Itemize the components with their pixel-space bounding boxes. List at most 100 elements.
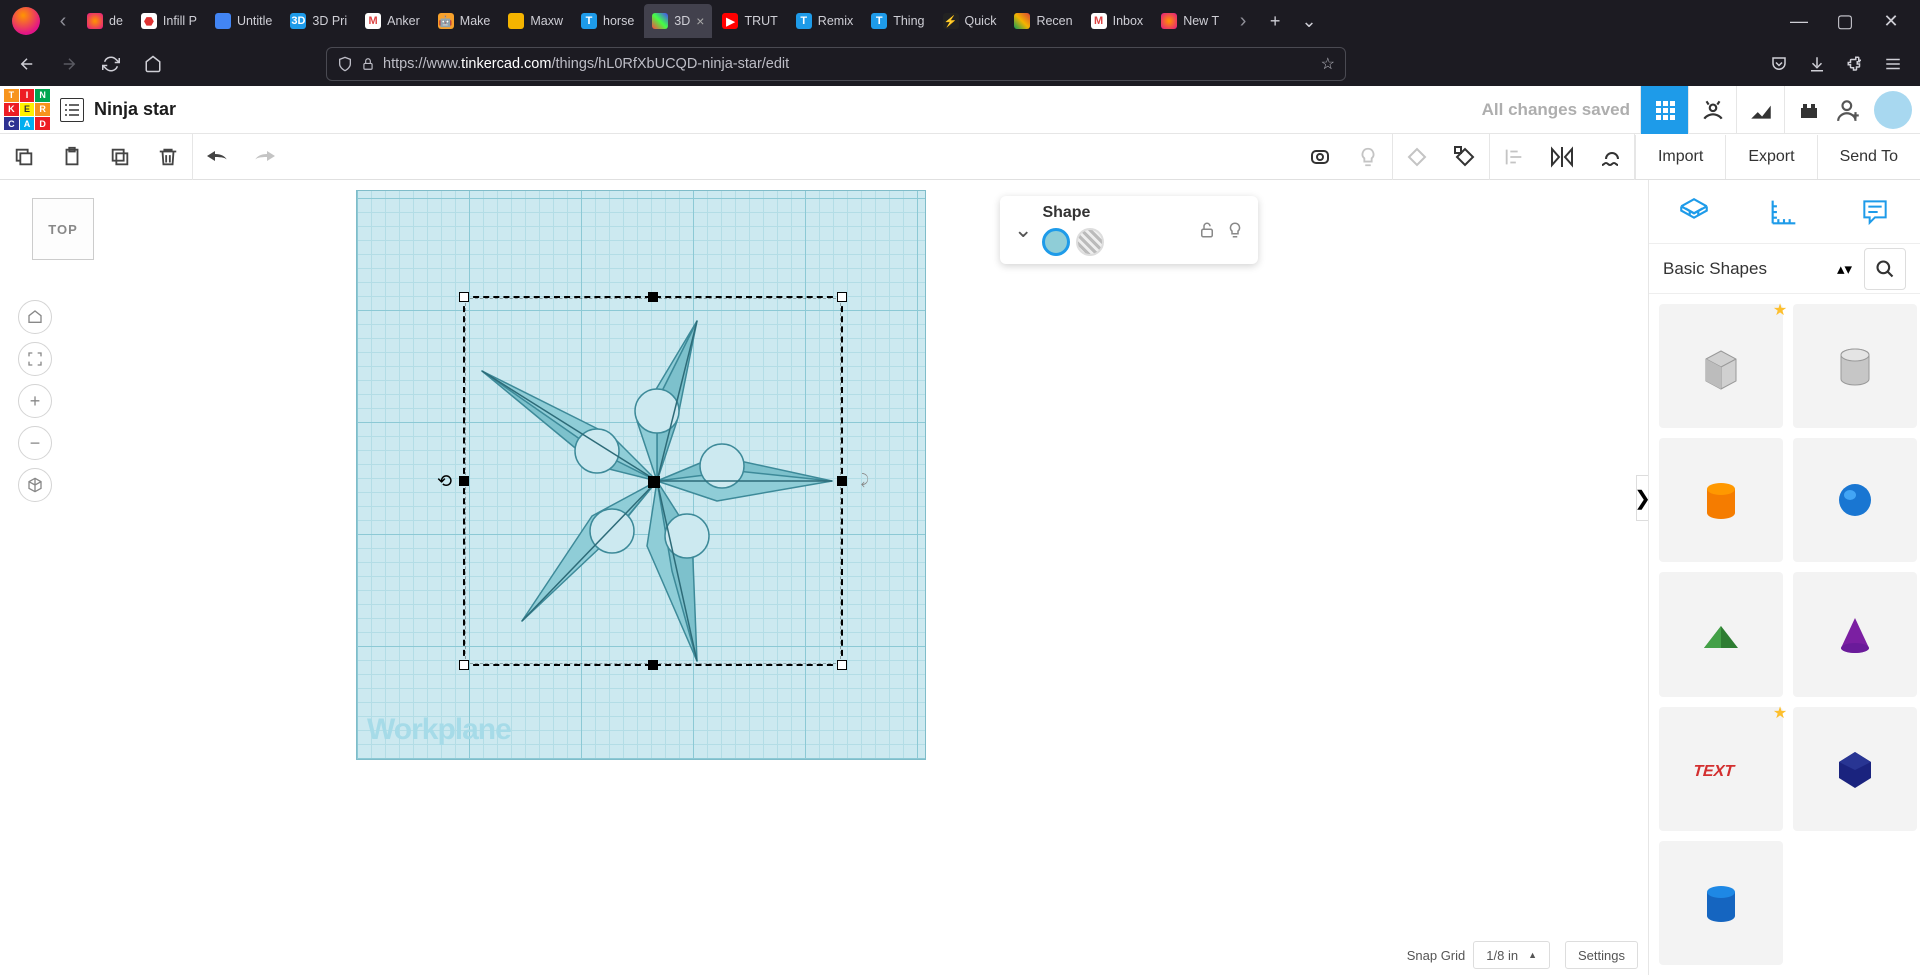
shape-search-button[interactable]: [1864, 248, 1906, 290]
invite-button[interactable]: [1832, 93, 1866, 127]
close-icon[interactable]: ×: [696, 13, 704, 29]
copy-button[interactable]: [0, 134, 48, 180]
tabs-dropdown[interactable]: ⌄: [1292, 4, 1326, 38]
tab-4[interactable]: MAnker: [357, 4, 428, 38]
export-button[interactable]: Export: [1725, 135, 1816, 179]
shape-cylinder-hole[interactable]: [1793, 304, 1917, 428]
resize-handle-bl[interactable]: [459, 660, 469, 670]
firefox-icon[interactable]: [12, 7, 40, 35]
home-view-button[interactable]: [18, 300, 52, 334]
hole-swatch[interactable]: [1076, 228, 1104, 256]
ortho-button[interactable]: [18, 468, 52, 502]
bricks-button[interactable]: [1784, 86, 1832, 134]
workplane-tab[interactable]: [1649, 180, 1739, 243]
back-button[interactable]: [10, 47, 44, 81]
notes-tab[interactable]: [1830, 180, 1920, 243]
simlab-button[interactable]: [1688, 86, 1736, 134]
tab-9[interactable]: ▶TRUT: [714, 4, 785, 38]
settings-button[interactable]: Settings: [1565, 941, 1638, 969]
blocks-button[interactable]: [1736, 86, 1784, 134]
rotate-handle-right[interactable]: ⤸: [861, 471, 869, 488]
window-minimize[interactable]: —: [1782, 4, 1816, 38]
import-button[interactable]: Import: [1635, 135, 1725, 179]
shape-cone[interactable]: [1793, 572, 1917, 696]
updown-icon[interactable]: ▴▾: [1837, 260, 1852, 278]
ruler-tab[interactable]: [1739, 180, 1829, 243]
align-button[interactable]: [1490, 134, 1538, 180]
tab-8[interactable]: 3D×: [644, 4, 712, 38]
tinkercad-logo[interactable]: TIN KER CAD: [4, 89, 50, 131]
tabs-scroll-left[interactable]: ‹: [48, 6, 78, 36]
shape-text[interactable]: ★TEXT: [1659, 707, 1783, 831]
tab-2[interactable]: Untitle: [207, 4, 280, 38]
window-close[interactable]: ✕: [1874, 4, 1908, 38]
resize-handle-tl[interactable]: [459, 292, 469, 302]
tab-7[interactable]: Thorse: [573, 4, 642, 38]
extensions-button[interactable]: [1838, 47, 1872, 81]
shape-cylinder[interactable]: [1659, 438, 1783, 562]
duplicate-button[interactable]: [96, 134, 144, 180]
resize-handle-bc[interactable]: [648, 660, 658, 670]
window-maximize[interactable]: ▢: [1828, 4, 1862, 38]
tab-5[interactable]: 🤖Make: [430, 4, 499, 38]
snap-grid-select[interactable]: 1/8 in▲: [1473, 941, 1550, 969]
ungroup-button[interactable]: [1441, 134, 1489, 180]
shape-sphere[interactable]: [1793, 438, 1917, 562]
tab-10[interactable]: TRemix: [788, 4, 861, 38]
menu-button[interactable]: [1876, 47, 1910, 81]
solid-swatch[interactable]: [1042, 228, 1070, 256]
shape-category-select[interactable]: Basic Shapes: [1663, 259, 1837, 279]
viewcube[interactable]: TOP: [32, 198, 94, 260]
workspace[interactable]: TOP + − Workplane: [0, 180, 1920, 975]
profile-avatar[interactable]: [1874, 91, 1912, 129]
new-tab-button[interactable]: +: [1258, 4, 1292, 38]
reload-button[interactable]: [94, 47, 128, 81]
shape-extra-1[interactable]: [1659, 841, 1783, 965]
lock-icon[interactable]: [1198, 221, 1216, 239]
selection-box[interactable]: ⟲ ⤸: [463, 296, 843, 666]
url-field[interactable]: https://www.tinkercad.com/things/hL0RfXb…: [326, 47, 1346, 81]
tab-11[interactable]: TThing: [863, 4, 932, 38]
resize-handle-mr[interactable]: [837, 476, 847, 486]
resize-handle-tr[interactable]: [837, 292, 847, 302]
bookmark-star-icon[interactable]: ☆: [1321, 54, 1335, 74]
resize-handle-br[interactable]: [837, 660, 847, 670]
panel-collapse-toggle[interactable]: ❯: [1636, 475, 1648, 521]
group-button[interactable]: [1393, 134, 1441, 180]
tab-14[interactable]: MInbox: [1083, 4, 1152, 38]
center-handle[interactable]: [648, 476, 660, 488]
forward-button[interactable]: [52, 47, 86, 81]
redo-button[interactable]: [241, 134, 289, 180]
design-name[interactable]: Ninja star: [94, 99, 176, 120]
mirror-button[interactable]: [1538, 134, 1586, 180]
send-to-button[interactable]: Send To: [1817, 135, 1920, 179]
designs-list-icon[interactable]: [60, 98, 84, 122]
pocket-button[interactable]: [1762, 47, 1796, 81]
tab-0[interactable]: de: [79, 4, 131, 38]
tab-12[interactable]: ⚡Quick: [935, 4, 1005, 38]
tab-3[interactable]: 3D3D Pri: [282, 4, 355, 38]
cruise-button[interactable]: [1586, 134, 1634, 180]
shape-box-hole[interactable]: ★: [1659, 304, 1783, 428]
rotate-handle-left[interactable]: ⟲: [437, 471, 452, 492]
resize-handle-tc[interactable]: [648, 292, 658, 302]
tab-15[interactable]: New T: [1153, 4, 1227, 38]
bulb-icon[interactable]: [1226, 221, 1244, 239]
undo-button[interactable]: [193, 134, 241, 180]
tabs-scroll-right[interactable]: ›: [1228, 6, 1258, 36]
fit-view-button[interactable]: [18, 342, 52, 376]
tab-1[interactable]: ⬣Infill P: [133, 4, 205, 38]
delete-button[interactable]: [144, 134, 192, 180]
inspector-collapse-icon[interactable]: ⌄: [1014, 217, 1032, 243]
resize-handle-ml[interactable]: [459, 476, 469, 486]
bulb-button[interactable]: [1344, 134, 1392, 180]
paste-button[interactable]: [48, 134, 96, 180]
home-button[interactable]: [136, 47, 170, 81]
zoom-in-button[interactable]: +: [18, 384, 52, 418]
tab-6[interactable]: Maxw: [500, 4, 571, 38]
downloads-button[interactable]: [1800, 47, 1834, 81]
visibility-button[interactable]: [1296, 134, 1344, 180]
zoom-out-button[interactable]: −: [18, 426, 52, 460]
shape-polygon[interactable]: [1793, 707, 1917, 831]
shape-roof[interactable]: [1659, 572, 1783, 696]
